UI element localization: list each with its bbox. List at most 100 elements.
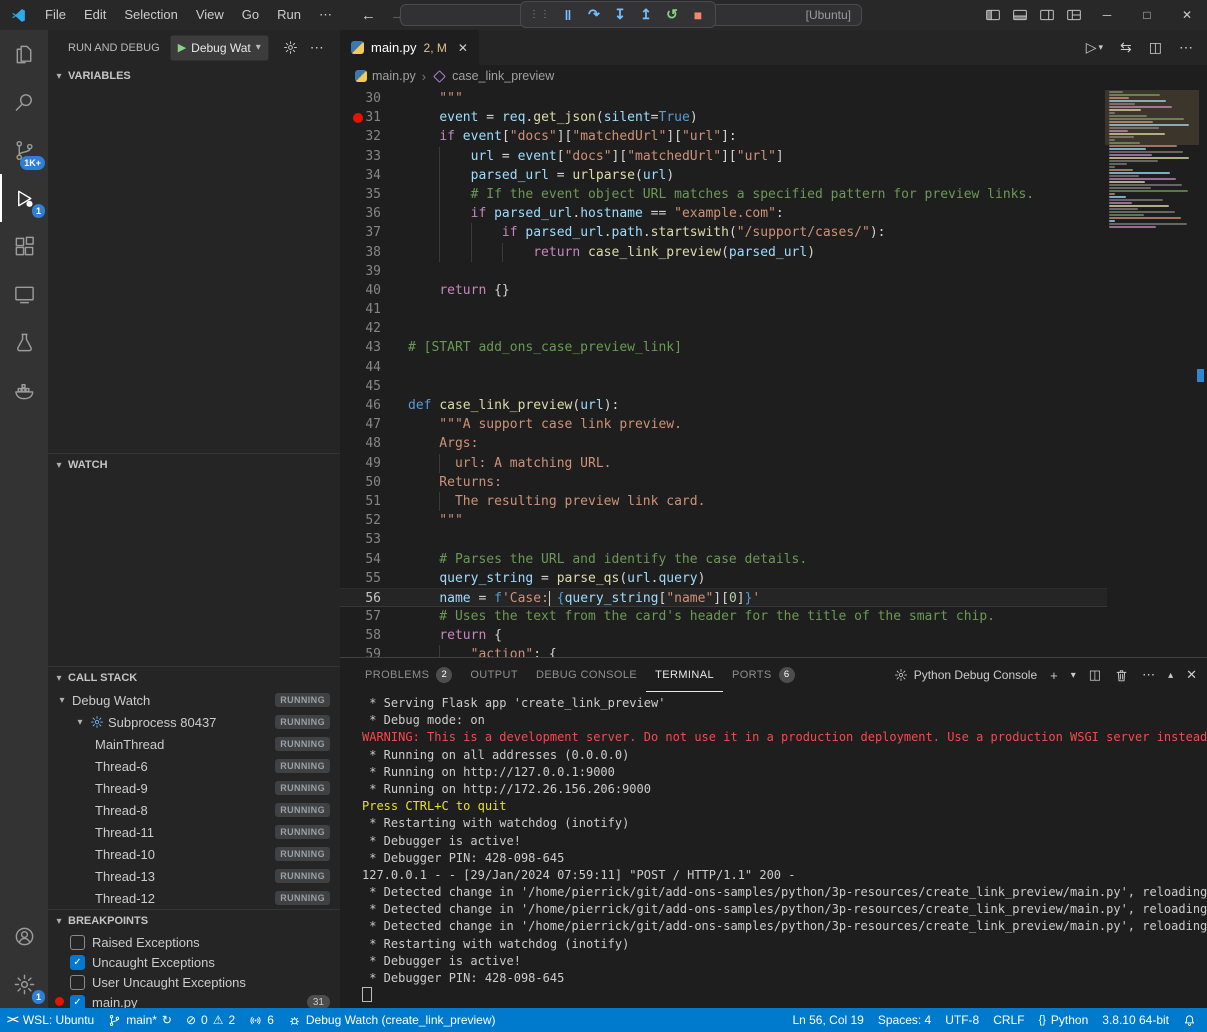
restart-button[interactable]: ↺ bbox=[660, 6, 684, 23]
status-language-mode[interactable]: {}Python bbox=[1032, 1008, 1096, 1032]
code-line[interactable]: 54 # Parses the URL and identify the cas… bbox=[340, 550, 1107, 569]
menu-selection[interactable]: Selection bbox=[115, 0, 186, 30]
code-line[interactable]: 40 return {} bbox=[340, 281, 1107, 300]
code-line[interactable]: 46def case_link_preview(url): bbox=[340, 396, 1107, 415]
breakpoint-icon[interactable] bbox=[353, 113, 363, 123]
customize-layout-button[interactable] bbox=[1060, 7, 1087, 23]
callstack-item-thread-13[interactable]: Thread-13RUNNING bbox=[48, 865, 340, 887]
back-button[interactable]: ← bbox=[361, 7, 376, 24]
terminal-output[interactable]: * Serving Flask app 'create_link_preview… bbox=[340, 692, 1207, 1008]
status-cursor-position[interactable]: Ln 56, Col 19 bbox=[785, 1008, 870, 1032]
code-line[interactable]: 31 event = req.get_json(silent=True) bbox=[340, 108, 1107, 127]
watch-section-header[interactable]: ▾ WATCH bbox=[48, 453, 340, 476]
code-line[interactable]: 39 bbox=[340, 262, 1107, 281]
code-line[interactable]: 55 query_string = parse_qs(url.query) bbox=[340, 569, 1107, 588]
start-debugging-icon[interactable]: ▶ bbox=[178, 41, 186, 54]
activity-settings[interactable]: 1 bbox=[0, 960, 48, 1008]
close-icon[interactable]: ✕ bbox=[458, 41, 468, 55]
menu-view[interactable]: View bbox=[187, 0, 233, 30]
code-line[interactable]: 42 bbox=[340, 319, 1107, 338]
menu-edit[interactable]: Edit bbox=[75, 0, 115, 30]
breakpoints-section-header[interactable]: ▾ BREAKPOINTS bbox=[48, 909, 340, 932]
code-line[interactable]: 37 if parsed_url.path.startswith("/suppo… bbox=[340, 223, 1107, 242]
close-panel-button[interactable]: ✕ bbox=[1186, 667, 1197, 683]
new-terminal-button[interactable]: + bbox=[1050, 668, 1058, 683]
activity-explorer[interactable] bbox=[0, 30, 48, 78]
breakpoint-item-raised-exceptions[interactable]: Raised Exceptions bbox=[48, 932, 340, 952]
panel-tab-terminal[interactable]: TERMINAL bbox=[646, 658, 723, 692]
code-line[interactable]: 59 "action": { bbox=[340, 645, 1107, 657]
code-line[interactable]: 32 if event["docs"]["matchedUrl"]["url"]… bbox=[340, 127, 1107, 146]
code-line[interactable]: 47 """A support case link preview. bbox=[340, 415, 1107, 434]
editor-more-actions-button[interactable]: ⋯ bbox=[1179, 39, 1193, 56]
checkbox[interactable] bbox=[70, 975, 85, 990]
callstack-item-thread-10[interactable]: Thread-10RUNNING bbox=[48, 843, 340, 865]
code-line[interactable]: 34 parsed_url = urlparse(url) bbox=[340, 166, 1107, 185]
variables-section-header[interactable]: ▾ VARIABLES bbox=[48, 65, 340, 87]
minimize-button[interactable]: ─ bbox=[1087, 0, 1127, 30]
activity-extensions[interactable] bbox=[0, 222, 48, 270]
toggle-secondary-sidebar-button[interactable] bbox=[1033, 7, 1060, 23]
debug-toolbar-grip[interactable]: ⋮⋮ bbox=[529, 9, 551, 20]
code-line[interactable]: 44 bbox=[340, 358, 1107, 377]
callstack-item-subprocess-80437[interactable]: ▾Subprocess 80437RUNNING bbox=[48, 711, 340, 733]
activity-search[interactable] bbox=[0, 78, 48, 126]
status-problems-status[interactable]: ⊘0⚠2 bbox=[179, 1008, 242, 1032]
activity-accounts[interactable] bbox=[0, 912, 48, 960]
step-out-button[interactable]: ↥ bbox=[634, 6, 658, 23]
callstack-item-thread-11[interactable]: Thread-11RUNNING bbox=[48, 821, 340, 843]
stop-button[interactable]: ■ bbox=[686, 7, 710, 23]
code-line[interactable]: 38 return case_link_preview(parsed_url) bbox=[340, 243, 1107, 262]
panel-tab-ports[interactable]: PORTS6 bbox=[723, 658, 804, 692]
code-line[interactable]: 52 """ bbox=[340, 511, 1107, 530]
code-line[interactable]: 49 url: A matching URL. bbox=[340, 454, 1107, 473]
code-line[interactable]: 35 # If the event object URL matches a s… bbox=[340, 185, 1107, 204]
code-line[interactable]: 51 The resulting preview link card. bbox=[340, 492, 1107, 511]
panel-tab-output[interactable]: OUTPUT bbox=[461, 658, 527, 692]
menu-file[interactable]: File bbox=[36, 0, 75, 30]
code-line[interactable]: 56 name = f'Case: {query_string["name"][… bbox=[340, 588, 1107, 607]
run-python-file-button[interactable]: ▷▾ bbox=[1086, 39, 1103, 56]
panel-more-actions-button[interactable]: ⋯ bbox=[1142, 667, 1155, 683]
menu-go[interactable]: Go bbox=[233, 0, 268, 30]
code-line[interactable]: 50 Returns: bbox=[340, 473, 1107, 492]
callstack-item-thread-9[interactable]: Thread-9RUNNING bbox=[48, 777, 340, 799]
breakpoint-item-user-uncaught-exceptions[interactable]: User Uncaught Exceptions bbox=[48, 972, 340, 992]
pause-button[interactable]: ‖ bbox=[556, 7, 580, 23]
callstack-item-thread-12[interactable]: Thread-12RUNNING bbox=[48, 887, 340, 909]
code-line[interactable]: 41 bbox=[340, 300, 1107, 319]
minimap[interactable] bbox=[1107, 87, 1193, 657]
split-editor-button[interactable]: ◫ bbox=[1149, 39, 1162, 56]
status-debug-session-status[interactable]: Debug Watch (create_link_preview) bbox=[281, 1008, 503, 1032]
toggle-panel-button[interactable] bbox=[1006, 7, 1033, 23]
status-encoding[interactable]: UTF-8 bbox=[938, 1008, 986, 1032]
call-stack-section-header[interactable]: ▾ CALL STACK bbox=[48, 666, 340, 689]
status-notifications[interactable] bbox=[1176, 1008, 1203, 1032]
activity-run-and-debug[interactable]: 1 bbox=[0, 174, 48, 222]
maximize-panel-button[interactable]: ▴ bbox=[1168, 670, 1173, 681]
kill-terminal-button[interactable] bbox=[1114, 668, 1129, 683]
split-terminal-button[interactable]: ◫ bbox=[1089, 667, 1101, 683]
minimap-slider[interactable] bbox=[1105, 90, 1199, 145]
code-line[interactable]: 33 url = event["docs"]["matchedUrl"]["ur… bbox=[340, 147, 1107, 166]
status-python-interpreter[interactable]: 3.8.10 64-bit bbox=[1095, 1008, 1176, 1032]
callstack-item-mainthread[interactable]: MainThreadRUNNING bbox=[48, 733, 340, 755]
terminal-dropdown-button[interactable]: ▾ bbox=[1071, 670, 1076, 681]
code-line[interactable]: 43# [START add_ons_case_preview_link] bbox=[340, 338, 1107, 357]
code-line[interactable]: 36 if parsed_url.hostname == "example.co… bbox=[340, 204, 1107, 223]
code-line[interactable]: 58 return { bbox=[340, 626, 1107, 645]
activity-source-control[interactable]: 1K+ bbox=[0, 126, 48, 174]
views-more-actions-icon[interactable]: ⋯ bbox=[310, 39, 324, 56]
panel-tab-debug-console[interactable]: DEBUG CONSOLE bbox=[527, 658, 646, 692]
code-line[interactable]: 30 """ bbox=[340, 89, 1107, 108]
activity-docker[interactable] bbox=[0, 366, 48, 414]
callstack-item-thread-8[interactable]: Thread-8RUNNING bbox=[48, 799, 340, 821]
breadcrumb-item-main-py[interactable]: main.py bbox=[355, 69, 416, 83]
menu-more[interactable]: ⋯ bbox=[310, 0, 341, 30]
status-ports-status[interactable]: 6 bbox=[242, 1008, 281, 1032]
code-line[interactable]: 57 # Uses the text from the card's heade… bbox=[340, 607, 1107, 626]
debug-settings-icon[interactable] bbox=[283, 40, 298, 55]
breadcrumb-item-case-link-preview[interactable]: case_link_preview bbox=[432, 69, 554, 83]
status-remote-indicator[interactable]: ><WSL: Ubuntu bbox=[0, 1008, 101, 1032]
panel-tab-problems[interactable]: PROBLEMS2 bbox=[356, 658, 461, 692]
